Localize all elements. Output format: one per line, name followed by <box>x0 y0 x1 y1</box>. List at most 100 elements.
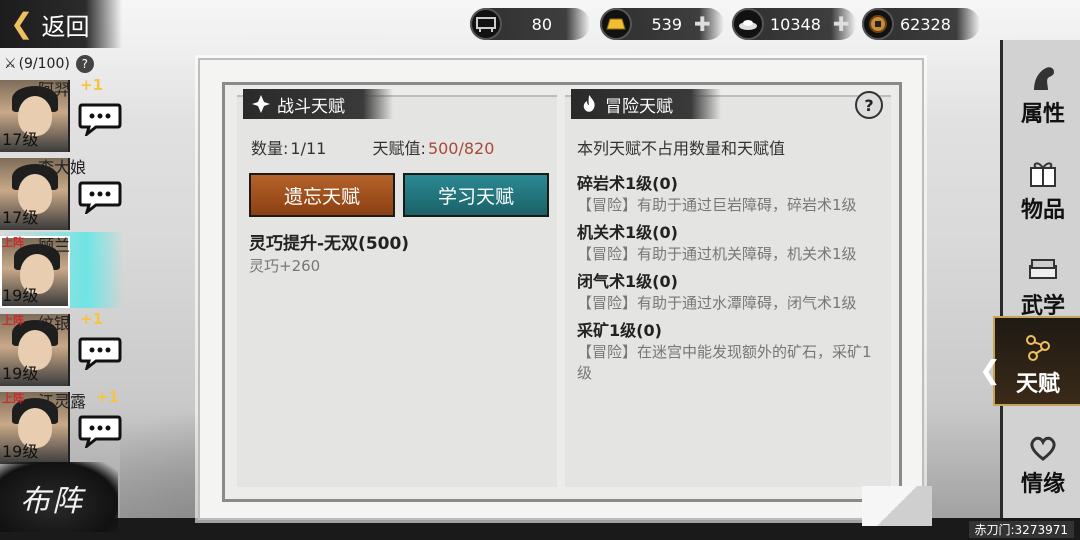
deployed-tag: 上阵 <box>2 314 24 327</box>
roster-icon: ⚔ <box>4 56 17 72</box>
talent-panel-frame: 战斗天赋 数量: 1/11 天赋值: 500/820 遗忘天赋 学习天赋 灵巧提升-… <box>222 82 902 502</box>
hero-card[interactable]: 阿羿 +1 17级 <box>0 76 124 152</box>
tab-label: 属性 <box>1020 101 1065 127</box>
points-value: 500/820 <box>427 139 495 158</box>
formation-button[interactable]: 布阵 <box>0 462 118 532</box>
list-item[interactable]: 机关术1级(0) 【冒险】有助于通过机关障碍，机关术1级 <box>577 222 877 265</box>
combat-talent-header: 战斗天赋 <box>243 89 393 119</box>
scroll-book-icon <box>1029 259 1057 279</box>
combat-talent-column: 战斗天赋 数量: 1/11 天赋值: 500/820 遗忘天赋 学习天赋 灵巧提升-… <box>237 89 557 487</box>
heart-knot-icon <box>1030 436 1056 461</box>
hero-roster: ⚔ (9/100) ? 阿羿 +1 17级 李大娘 17级 上阵 顾兰 19级 … <box>0 48 128 540</box>
hero-card-selected[interactable]: 上阵 顾兰 19级 <box>0 232 124 308</box>
chat-bubble-icon[interactable] <box>78 180 122 214</box>
adventure-talent-title-item: 碎岩术1级(0) <box>577 174 678 193</box>
back-arrow-icon: ❮ <box>10 7 34 40</box>
hero-bonus: +1 <box>80 310 104 328</box>
list-item[interactable]: 采矿1级(0) 【冒险】在迷宫中能发现额外的矿石，采矿1级 <box>577 320 877 384</box>
adventure-talent-title-item: 采矿1级(0) <box>577 321 662 340</box>
gold-value: 539 <box>651 14 682 34</box>
help-button[interactable]: ? <box>855 91 883 119</box>
side-tab-bar: 属性 物品 武学 ❮ 天赋 情缘 <box>979 40 1080 518</box>
tab-label: 情缘 <box>1020 471 1065 497</box>
tab-label: 天赋 <box>1015 371 1060 397</box>
adventure-talent-desc: 【冒险】在迷宫中能发现额外的矿石，采矿1级 <box>577 343 872 382</box>
tab-attributes[interactable]: 属性 <box>1003 44 1080 134</box>
stamina-value: 80 <box>531 14 552 34</box>
hero-bonus: +1 <box>96 388 120 406</box>
talent-nodes-icon <box>1026 335 1050 361</box>
learn-talent-button[interactable]: 学习天赋 <box>403 173 549 217</box>
coin-icon <box>862 8 894 40</box>
horse-head-icon <box>1034 67 1054 90</box>
adventure-talent-title: 冒险天赋 <box>605 96 673 117</box>
formation-label: 布阵 <box>20 484 84 519</box>
roster-count: ⚔ (9/100) ? <box>4 52 94 76</box>
deployed-tag: 上阵 <box>2 392 24 405</box>
hero-name: 顾兰 <box>38 236 71 255</box>
back-button[interactable]: ❮ 返回 <box>0 0 122 48</box>
adventure-talent-desc: 【冒险】有助于通过水潭障碍，闭气术1级 <box>577 294 857 312</box>
flame-icon <box>583 95 595 112</box>
gold-plus-button[interactable]: ✚ <box>694 12 711 36</box>
deployed-tag: 上阵 <box>2 236 24 249</box>
page-curl <box>862 486 932 526</box>
tab-bonds[interactable]: 情缘 <box>1003 414 1080 504</box>
gift-box-icon <box>1030 162 1056 187</box>
count-value: 1/11 <box>290 139 327 158</box>
tab-talent[interactable]: ❮ 天赋 <box>979 316 1080 406</box>
tab-pointer-icon: ❮ <box>979 356 1001 386</box>
adventure-talent-title-item: 机关术1级(0) <box>577 223 678 242</box>
forget-talent-button[interactable]: 遗忘天赋 <box>249 173 395 217</box>
gold-bar-icon <box>600 8 632 40</box>
hero-name: 江灵露 <box>38 392 87 411</box>
hero-level: 17级 <box>2 130 39 149</box>
roster-help-icon[interactable]: ? <box>75 55 94 73</box>
adventure-talent-title-item: 闭气术1级(0) <box>577 272 678 291</box>
stamina-icon <box>470 8 502 40</box>
combat-talent-title: 战斗天赋 <box>277 96 345 117</box>
hero-name: 阿羿 <box>38 80 71 99</box>
adventure-note: 本列天赋不占用数量和天赋值 <box>577 139 786 158</box>
hero-level: 19级 <box>2 286 39 305</box>
hero-card[interactable]: 上阵 纹银 +1 19级 <box>0 310 124 386</box>
hero-bonus: +1 <box>80 76 104 94</box>
combat-talent-stats: 数量: 1/11 天赋值: 500/820 <box>251 135 494 159</box>
points-label: 天赋值: <box>372 139 426 158</box>
hero-level: 19级 <box>2 442 39 461</box>
learned-talent-desc: 灵巧+260 <box>249 257 321 275</box>
talent-panel: 战斗天赋 数量: 1/11 天赋值: 500/820 遗忘天赋 学习天赋 灵巧提升-… <box>198 58 932 526</box>
hero-name: 李大娘 <box>38 158 87 177</box>
tab-items[interactable]: 物品 <box>1003 140 1080 230</box>
tab-martial-arts[interactable]: 武学 <box>1003 236 1080 326</box>
count-label: 数量: <box>251 139 289 158</box>
silver-plus-button[interactable]: ✚ <box>833 12 850 36</box>
adventure-talent-column: 冒险天赋 ? 本列天赋不占用数量和天赋值 碎岩术1级(0) 【冒险】有助于通过巨… <box>565 89 891 487</box>
list-item[interactable]: 碎岩术1级(0) 【冒险】有助于通过巨岩障碍，碎岩术1级 <box>577 173 877 216</box>
adventure-talent-header: 冒险天赋 <box>571 89 721 119</box>
hero-card[interactable]: 上阵 江灵露 +1 19级 <box>0 388 124 464</box>
back-label: 返回 <box>41 12 90 41</box>
hero-level: 19级 <box>2 364 39 383</box>
adventure-talent-desc: 【冒险】有助于通过机关障碍，机关术1级 <box>577 245 857 263</box>
roster-count-text: (9/100) <box>18 56 70 72</box>
resource-stamina: 80 <box>470 8 590 40</box>
list-item[interactable]: 闭气术1级(0) 【冒险】有助于通过水潭障碍，闭气术1级 <box>577 271 877 314</box>
adventure-talent-desc: 【冒险】有助于通过巨岩障碍，碎岩术1级 <box>577 196 857 214</box>
chat-bubble-icon[interactable] <box>78 102 122 136</box>
resource-coins: 62328 <box>862 8 980 40</box>
learned-talent-name[interactable]: 灵巧提升-无双(500) <box>249 229 409 254</box>
hero-card[interactable]: 李大娘 17级 <box>0 154 124 230</box>
server-id: 赤刀门:3273971 <box>968 521 1074 538</box>
adventure-talent-list: 碎岩术1级(0) 【冒险】有助于通过巨岩障碍，碎岩术1级 机关术1级(0) 【冒… <box>577 173 877 390</box>
chat-bubble-icon[interactable] <box>78 336 122 370</box>
hero-name: 纹银 <box>38 314 71 333</box>
chat-bubble-icon[interactable] <box>78 414 122 448</box>
tab-label: 物品 <box>1020 197 1065 223</box>
combat-talent-icon <box>252 95 270 113</box>
silver-value: 10348 <box>770 14 821 34</box>
coins-value: 62328 <box>900 14 951 34</box>
silver-ingot-icon <box>732 8 764 40</box>
resource-gold: 539 ✚ <box>600 8 724 40</box>
resource-silver: 10348 ✚ <box>732 8 856 40</box>
